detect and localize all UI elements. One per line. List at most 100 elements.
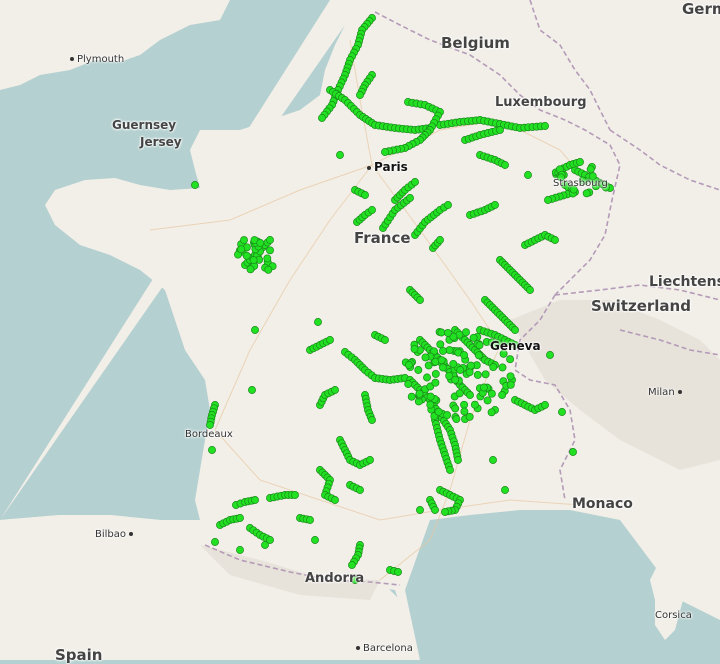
- map-marker[interactable]: [437, 356, 446, 365]
- map-marker[interactable]: [326, 336, 334, 344]
- map-marker[interactable]: [498, 391, 507, 399]
- map-marker[interactable]: [249, 256, 258, 265]
- map-marker[interactable]: [431, 378, 440, 387]
- map-marker[interactable]: [434, 407, 443, 416]
- map-marker[interactable]: [438, 363, 447, 372]
- map-marker[interactable]: [475, 341, 484, 350]
- map-marker[interactable]: [524, 171, 532, 179]
- map-marker[interactable]: [451, 404, 460, 413]
- map-marker[interactable]: [483, 396, 492, 405]
- map-marker[interactable]: [551, 236, 559, 244]
- map-marker[interactable]: [460, 351, 469, 360]
- map-marker[interactable]: [439, 346, 447, 355]
- map-marker[interactable]: [443, 411, 452, 420]
- map-marker[interactable]: [211, 538, 219, 546]
- map-marker[interactable]: [248, 386, 256, 394]
- map-marker[interactable]: [446, 466, 454, 474]
- map-marker[interactable]: [498, 363, 507, 372]
- map-marker[interactable]: [263, 254, 272, 263]
- map-marker[interactable]: [331, 386, 339, 394]
- map-marker[interactable]: [451, 375, 460, 384]
- map-marker[interactable]: [501, 486, 509, 494]
- map-marker[interactable]: [586, 165, 595, 174]
- map-marker[interactable]: [416, 296, 424, 304]
- map-marker[interactable]: [236, 546, 244, 554]
- map-marker[interactable]: [368, 416, 376, 424]
- map-marker[interactable]: [421, 353, 430, 362]
- map-marker[interactable]: [501, 161, 509, 169]
- map-marker[interactable]: [445, 346, 454, 355]
- map-marker[interactable]: [381, 336, 389, 344]
- map-marker[interactable]: [291, 491, 299, 499]
- map-marker[interactable]: [404, 380, 413, 388]
- map-marker[interactable]: [455, 389, 464, 398]
- map-marker[interactable]: [356, 486, 364, 494]
- map-marker[interactable]: [426, 400, 435, 409]
- map-marker[interactable]: [558, 408, 566, 416]
- map-marker[interactable]: [306, 516, 314, 524]
- map-marker[interactable]: [506, 372, 515, 381]
- map-marker[interactable]: [336, 151, 344, 159]
- map-marker[interactable]: [481, 370, 490, 379]
- map-marker[interactable]: [526, 286, 534, 294]
- map-marker[interactable]: [246, 265, 255, 274]
- map-marker[interactable]: [474, 351, 483, 360]
- map-marker[interactable]: [426, 392, 435, 401]
- map-marker[interactable]: [251, 326, 259, 334]
- map-marker[interactable]: [487, 389, 496, 398]
- map-marker[interactable]: [544, 196, 552, 204]
- map-marker[interactable]: [314, 318, 322, 326]
- map-marker[interactable]: [414, 366, 423, 374]
- map-marker[interactable]: [191, 181, 199, 189]
- map-marker[interactable]: [441, 508, 449, 516]
- map-marker[interactable]: [411, 178, 419, 186]
- map-marker[interactable]: [404, 361, 413, 369]
- map-marker[interactable]: [569, 448, 577, 456]
- map-marker[interactable]: [511, 326, 519, 334]
- map-marker[interactable]: [406, 194, 414, 202]
- map-marker[interactable]: [436, 340, 445, 349]
- map-marker[interactable]: [466, 361, 475, 370]
- map-marker[interactable]: [541, 122, 549, 130]
- map-marker[interactable]: [410, 344, 419, 353]
- map-marker[interactable]: [576, 158, 584, 166]
- map-marker[interactable]: [237, 245, 246, 254]
- map-marker[interactable]: [452, 415, 461, 424]
- map-marker[interactable]: [449, 359, 458, 368]
- map-marker[interactable]: [240, 236, 248, 245]
- map-marker[interactable]: [318, 114, 326, 122]
- map-marker[interactable]: [381, 148, 389, 156]
- map-marker[interactable]: [489, 363, 498, 372]
- map-marker[interactable]: [311, 536, 319, 544]
- map-marker[interactable]: [473, 370, 482, 379]
- map-marker[interactable]: [423, 373, 431, 382]
- map-marker[interactable]: [242, 251, 251, 260]
- map-marker[interactable]: [356, 91, 364, 99]
- map-marker[interactable]: [466, 391, 474, 399]
- map-marker[interactable]: [431, 369, 440, 378]
- map-marker[interactable]: [506, 355, 515, 364]
- map-marker[interactable]: [261, 541, 269, 549]
- map-marker[interactable]: [264, 265, 273, 274]
- map-marker[interactable]: [496, 126, 504, 134]
- map-marker[interactable]: [541, 401, 549, 409]
- map-canvas[interactable]: [0, 0, 720, 660]
- map-marker[interactable]: [582, 189, 591, 198]
- map-marker[interactable]: [506, 380, 515, 389]
- map-marker[interactable]: [460, 400, 469, 409]
- map-marker[interactable]: [465, 412, 474, 421]
- map-marker[interactable]: [479, 383, 488, 392]
- map-marker[interactable]: [415, 389, 424, 398]
- map-marker[interactable]: [266, 246, 274, 255]
- map-marker[interactable]: [236, 514, 244, 522]
- map-marker[interactable]: [431, 506, 439, 514]
- map-marker[interactable]: [251, 496, 259, 504]
- map-marker[interactable]: [256, 239, 265, 247]
- map-marker[interactable]: [443, 328, 452, 337]
- map-marker[interactable]: [348, 561, 356, 569]
- map-marker[interactable]: [266, 236, 274, 244]
- map-marker[interactable]: [437, 328, 446, 337]
- map-marker[interactable]: [368, 206, 376, 214]
- map-marker[interactable]: [465, 368, 474, 377]
- map-marker[interactable]: [491, 201, 499, 209]
